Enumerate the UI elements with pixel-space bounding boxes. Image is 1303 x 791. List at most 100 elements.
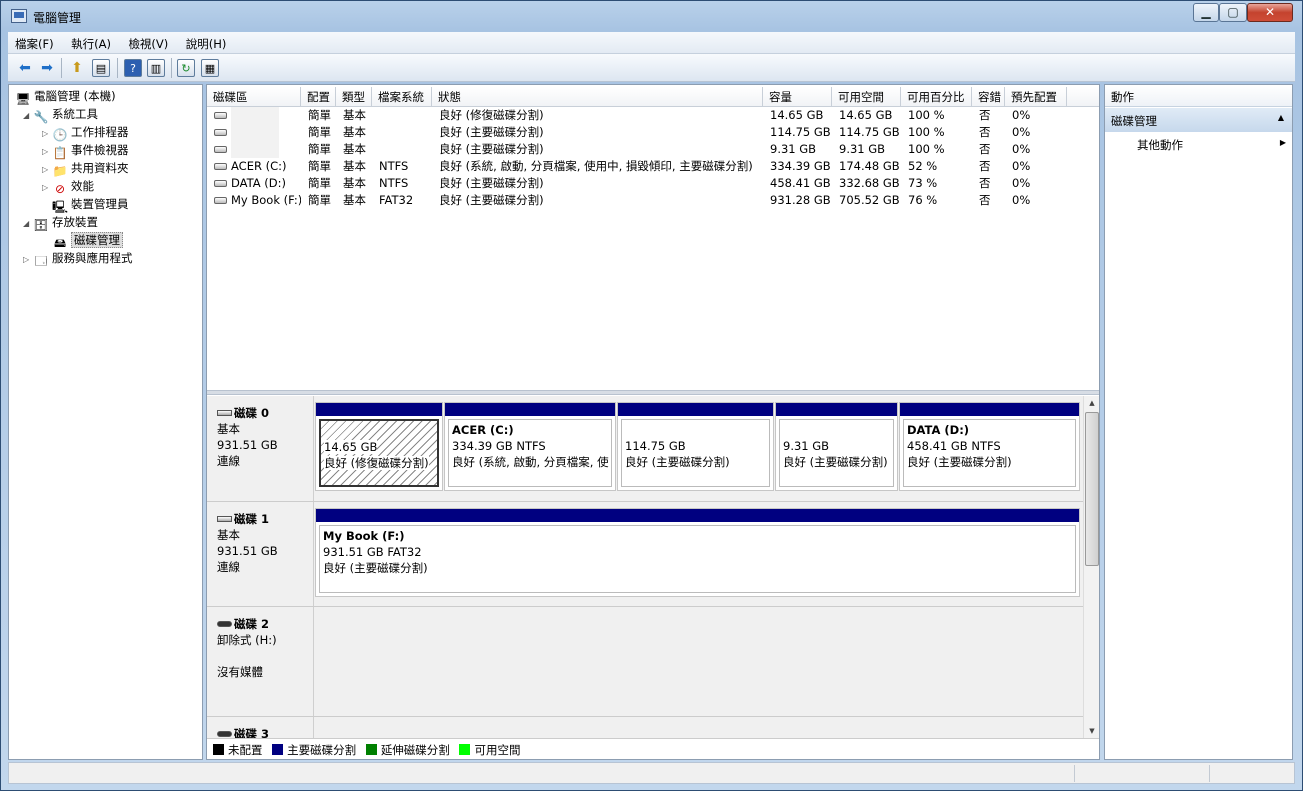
show-hide-tree-icon[interactable]: ▤ (92, 59, 110, 77)
column-header-volume[interactable]: 磁碟區 (207, 87, 301, 107)
volume-row[interactable]: DATA (D:) 簡單 基本 NTFS 良好 (主要磁碟分割) 458.41 GB 332… (207, 175, 1099, 192)
volume-cell-capacity: 9.31 GB (770, 142, 817, 156)
disk-2-info[interactable]: 磁碟 2 卸除式 (H:) 沒有媒體 (207, 607, 314, 716)
volume-cell-pct: 52 % (908, 159, 938, 173)
tree-item-disk-management[interactable]: 🖴 磁碟管理 (52, 231, 123, 250)
partition-size: 14.65 GB (324, 440, 378, 454)
disk-0-size: 931.51 GB (217, 438, 278, 452)
services-icon: 🗔 (34, 254, 48, 268)
partition-data-d[interactable]: DATA (D:) 458.41 GB NTFS 良好 (主要磁碟分割) (899, 402, 1080, 491)
tree-item-performance[interactable]: ▷ ⊘ 效能 (42, 177, 94, 197)
menu-action[interactable]: 執行(A) (64, 32, 118, 52)
vertical-scrollbar[interactable]: ▲ ▼ (1083, 396, 1099, 738)
partition-recovery[interactable]: 14.65 GB 良好 (修復磁碟分割) (315, 402, 443, 491)
partition-status: 良好 (系統, 啟動, 分頁檔案, 使 (452, 455, 609, 469)
pane-splitter[interactable] (207, 390, 1099, 395)
column-header-capacity[interactable]: 容量 (763, 87, 832, 107)
maximize-button[interactable]: ▢ (1219, 3, 1247, 22)
tools-icon: 🔧 (33, 110, 49, 124)
menu-bar: 檔案(F) 執行(A) 檢視(V) 說明(H) (8, 32, 1295, 54)
scroll-up-arrow-icon[interactable]: ▲ (1084, 396, 1100, 410)
clock-icon: 🕒 (52, 128, 68, 142)
partition-9gb[interactable]: 9.31 GB 良好 (主要磁碟分割) (775, 402, 898, 491)
volume-cell-layout: 簡單 (308, 125, 331, 139)
menu-help[interactable]: 說明(H) (179, 32, 234, 52)
partition-size: 458.41 GB NTFS (907, 439, 1001, 453)
navigation-tree: 🖥 電腦管理 (本機) ◢ 🔧 系統工具 ▷ 🕒 工作排程器 ▷ 📋 事件檢視器 ▷ 📁 共用資料… (8, 84, 203, 760)
volume-cell-fs (372, 141, 432, 158)
disk-0-type: 基本 (217, 422, 240, 436)
refresh-icon[interactable]: ↻ (177, 59, 195, 77)
up-folder-icon[interactable]: ⬆ (68, 59, 86, 77)
volume-cell-name: ACER (C:) (207, 158, 301, 175)
disk-1-info[interactable]: 磁碟 1 基本 931.51 GB 連線 (207, 502, 314, 606)
tree-item-shared-folders[interactable]: ▷ 📁 共用資料夾 (42, 159, 129, 178)
volume-cell-pct: 100 % (908, 108, 945, 122)
expanded-arrow-icon[interactable]: ◢ (23, 107, 33, 125)
tree-item-computer-management[interactable]: 🖥 電腦管理 (本機) (15, 87, 115, 106)
disk-2-name: 磁碟 2 (234, 617, 270, 631)
close-button[interactable]: ✕ (1247, 3, 1293, 22)
column-header-fault-tolerance[interactable]: 容錯 (972, 87, 1005, 107)
computer-management-window: 電腦管理 ▁ ▢ ✕ 檔案(F) 執行(A) 檢視(V) 說明(H) ⬅ ➡ ⬆… (0, 0, 1303, 791)
volume-cell-status: 良好 (主要磁碟分割) (439, 142, 544, 156)
volume-cell-fs: NTFS (379, 176, 409, 190)
storage-icon: 🗄 (33, 218, 49, 232)
scrollbar-thumb[interactable] (1085, 412, 1099, 566)
menu-view[interactable]: 檢視(V) (121, 32, 175, 52)
volume-row[interactable]: 簡單 基本 良好 (主要磁碟分割) 114.75 GB 114.75 GB 100 % 否 0… (207, 124, 1099, 141)
column-header-filesystem[interactable]: 檔案系統 (372, 87, 432, 107)
partition-status: 良好 (主要磁碟分割) (907, 455, 1012, 469)
collapse-arrow-icon[interactable]: ▲ (1278, 113, 1284, 122)
partition-acer-c[interactable]: ACER (C:) 334.39 GB NTFS 良好 (系統, 啟動, 分頁檔案,… (444, 402, 616, 491)
volume-cell-layout: 簡單 (308, 176, 331, 190)
volume-cell-fs (372, 124, 432, 141)
volume-row[interactable]: 簡單 基本 良好 (主要磁碟分割) 9.31 GB 9.31 GB 100 % 否 0% (207, 141, 1099, 158)
actions-section-disk-management[interactable]: 磁碟管理 ▲ (1105, 108, 1292, 132)
column-header-layout[interactable]: 配置 (301, 87, 336, 107)
volume-cell-free: 114.75 GB (839, 125, 900, 139)
title-bar[interactable]: 電腦管理 ▁ ▢ ✕ (1, 1, 1302, 31)
drive-icon (214, 180, 227, 187)
disk-management-icon: 🖴 (53, 236, 67, 250)
menu-file[interactable]: 檔案(F) (8, 32, 61, 52)
column-header-status[interactable]: 狀態 (432, 87, 763, 107)
scroll-down-arrow-icon[interactable]: ▼ (1084, 724, 1100, 738)
tree-item-event-viewer[interactable]: ▷ 📋 事件檢視器 (42, 141, 129, 160)
volume-cell-ft: 否 (979, 176, 991, 190)
volume-row[interactable]: ACER (C:) 簡單 基本 NTFS 良好 (系統, 啟動, 分頁檔案, 使用中, … (207, 158, 1099, 175)
collapsed-arrow-icon[interactable]: ▷ (23, 251, 33, 269)
forward-arrow-icon[interactable]: ➡ (38, 59, 56, 77)
actions-pane: 動作 磁碟管理 ▲ 其他動作 ▶ (1104, 84, 1293, 760)
disk-0-info[interactable]: 磁碟 0 基本 931.51 GB 連線 (207, 396, 314, 501)
column-header-percent-free[interactable]: 可用百分比 (901, 87, 972, 107)
expanded-arrow-icon[interactable]: ◢ (23, 215, 33, 233)
hard-disk-icon (217, 516, 232, 522)
collapsed-arrow-icon[interactable]: ▷ (42, 179, 52, 197)
volume-row[interactable]: My Book (F:) 簡單 基本 FAT32 良好 (主要磁碟分割) 931.28 G… (207, 192, 1099, 209)
partition-my-book-f[interactable]: My Book (F:) 931.51 GB FAT32 良好 (主要磁碟分割) (315, 508, 1080, 597)
tree-item-task-scheduler[interactable]: ▷ 🕒 工作排程器 (42, 123, 129, 142)
partition-status: 良好 (修復磁碟分割) (324, 456, 429, 470)
volume-row[interactable]: 簡單 基本 良好 (修復磁碟分割) 14.65 GB 14.65 GB 100 % 否 0% (207, 107, 1099, 124)
properties-icon[interactable]: ▦ (201, 59, 219, 77)
partition-114gb[interactable]: 114.75 GB 良好 (主要磁碟分割) (617, 402, 774, 491)
volume-cell-overhead: 0% (1012, 176, 1031, 190)
tree-item-device-manager[interactable]: 🖳 裝置管理員 (52, 195, 129, 214)
volume-cell-fs (372, 107, 432, 124)
more-actions-item[interactable]: 其他動作 ▶ (1137, 137, 1292, 153)
column-header-overhead[interactable]: 預先配置 (1005, 87, 1067, 107)
help-icon[interactable]: ? (124, 59, 142, 77)
tree-item-storage[interactable]: ◢ 🗄 存放裝置 (23, 213, 98, 233)
column-header-type[interactable]: 類型 (336, 87, 372, 107)
volume-cell-capacity: 14.65 GB (770, 108, 824, 122)
column-header-free-space[interactable]: 可用空間 (832, 87, 901, 107)
shared-folder-icon: 📁 (52, 164, 68, 178)
disk-3-info[interactable]: 磁碟 3 (207, 717, 314, 738)
back-arrow-icon[interactable]: ⬅ (16, 59, 34, 77)
swatch (213, 744, 224, 755)
tree-item-system-tools[interactable]: ◢ 🔧 系統工具 (23, 105, 98, 125)
properties-pane-icon[interactable]: ▥ (147, 59, 165, 77)
tree-item-services-apps[interactable]: ▷ 🗔 服務與應用程式 (23, 249, 133, 269)
minimize-button[interactable]: ▁ (1193, 3, 1219, 22)
